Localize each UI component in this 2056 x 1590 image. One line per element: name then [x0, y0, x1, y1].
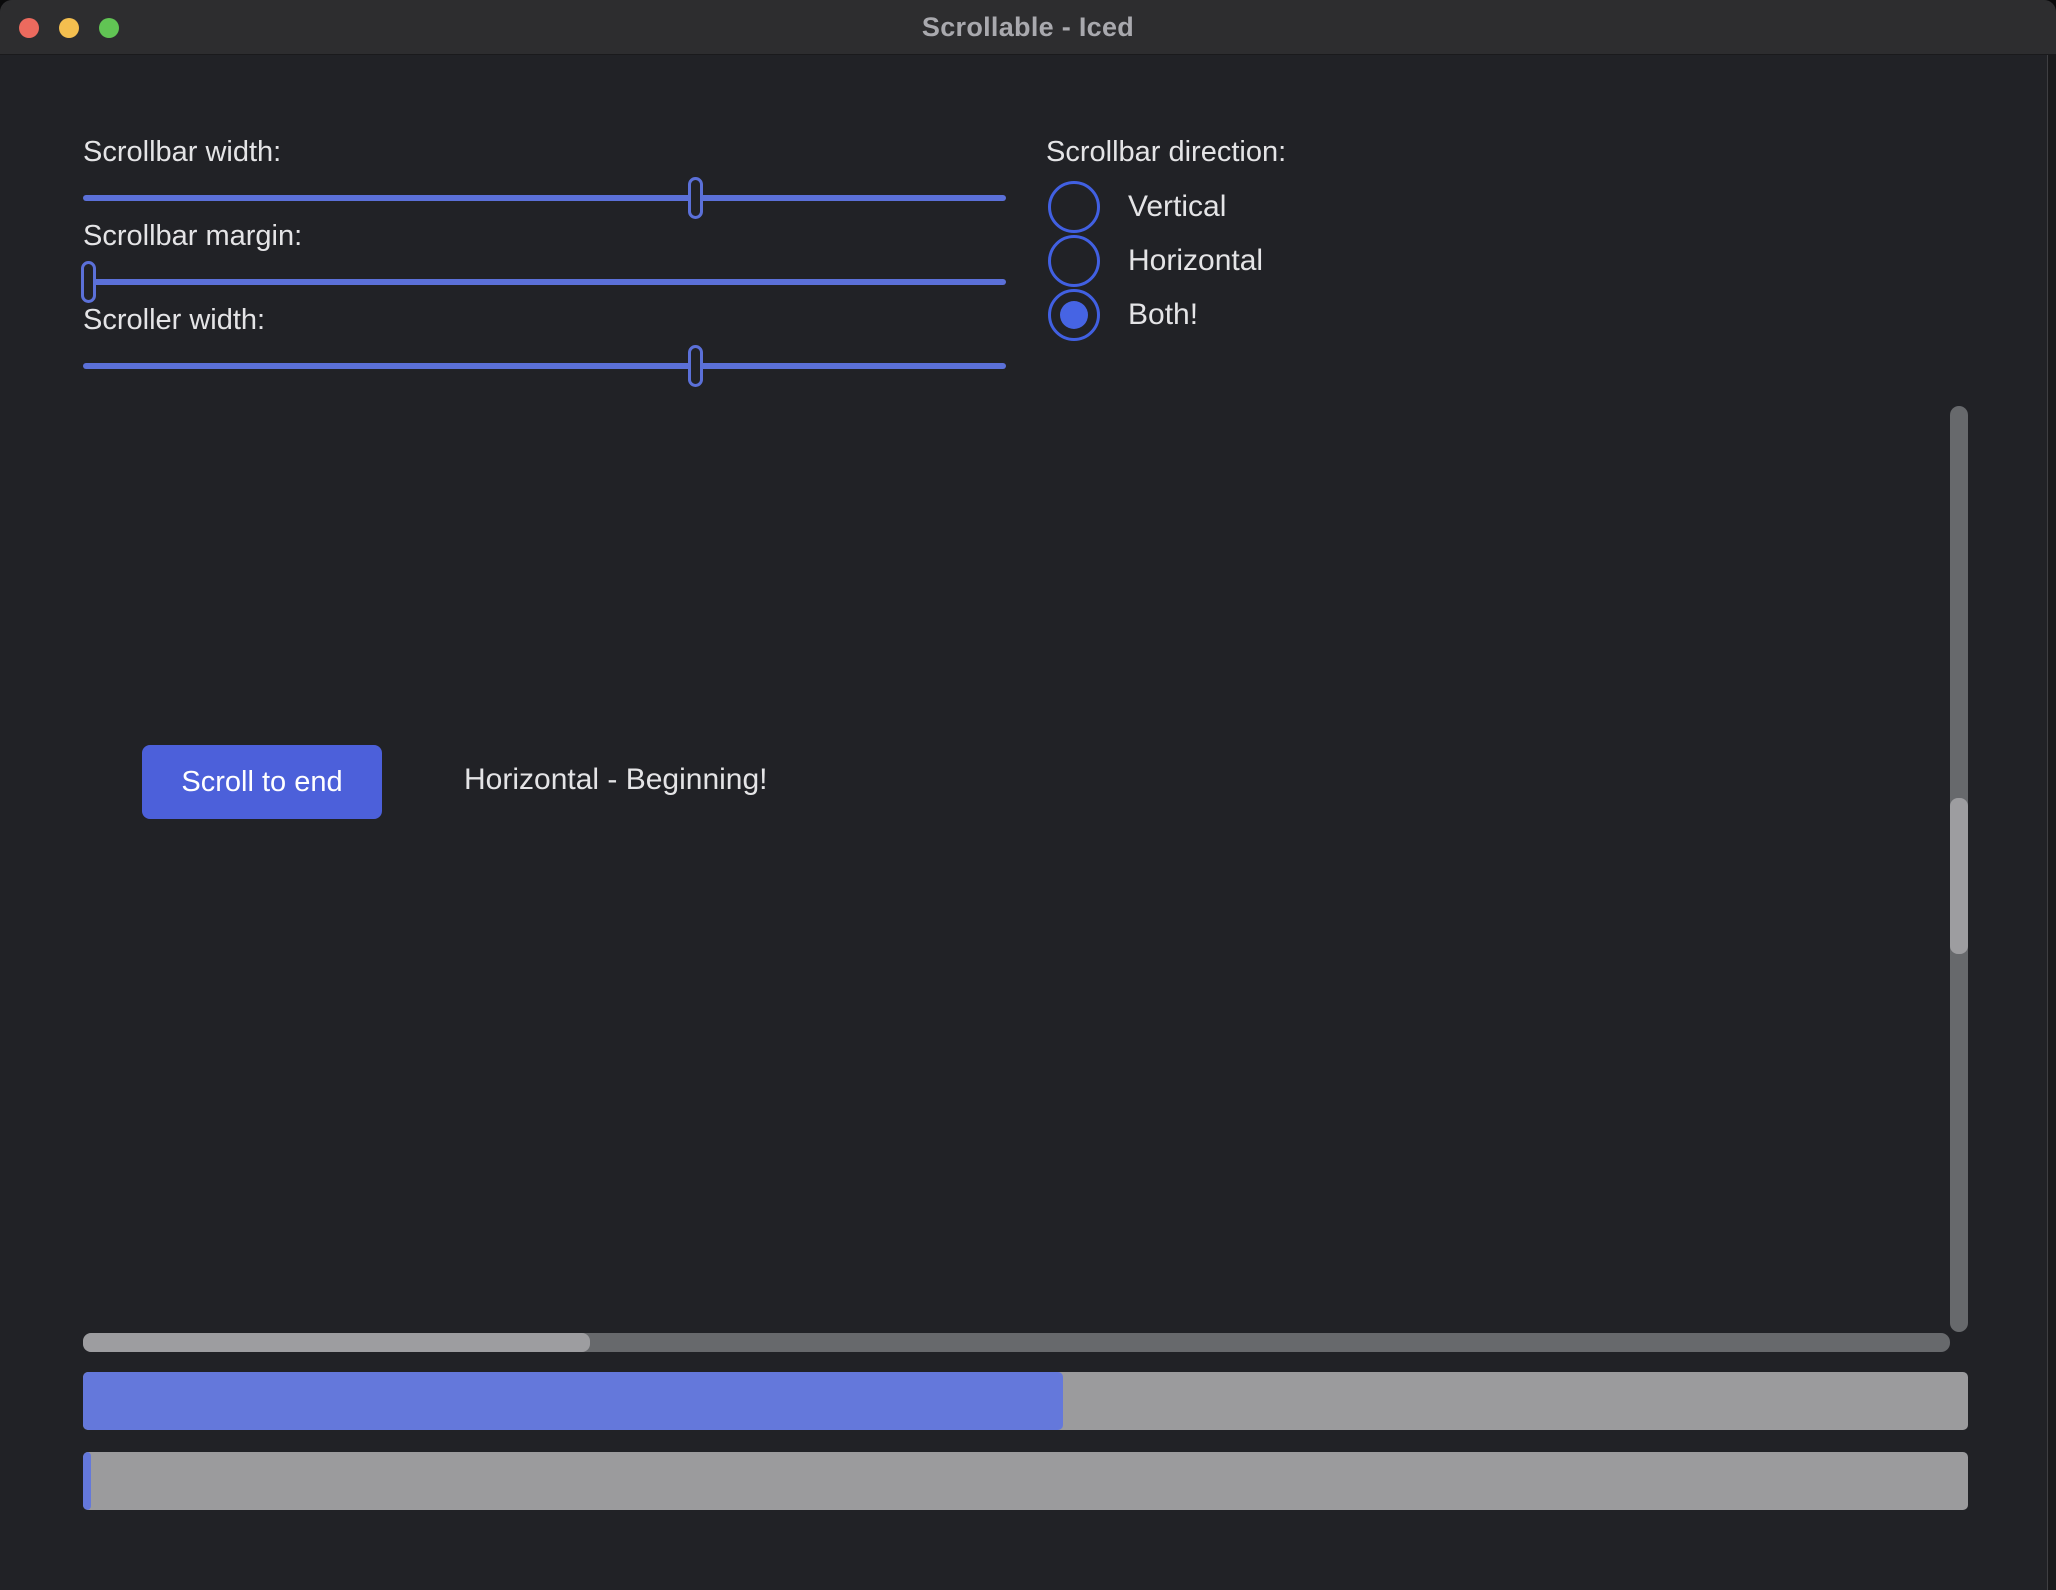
vertical-progress-bar: [83, 1452, 1968, 1510]
scroller-width-label: Scroller width:: [83, 302, 265, 338]
horizontal-scrollbar-thumb[interactable]: [83, 1333, 590, 1352]
window-right-edge: [2047, 55, 2056, 1590]
vertical-progress-fill: [83, 1452, 91, 1510]
window-title: Scrollable - Iced: [922, 12, 1134, 43]
vertical-scrollbar-rail[interactable]: [1950, 406, 1968, 1332]
horizontal-scrollbar-rail[interactable]: [83, 1333, 1950, 1352]
app-window: Scrollable - Iced Scrollbar width: Scrol…: [0, 0, 2056, 1590]
scrollbar-margin-slider-handle[interactable]: [81, 261, 96, 303]
scrollbar-width-slider-handle[interactable]: [688, 177, 703, 219]
horizontal-progress-bar: [83, 1372, 1968, 1430]
titlebar: Scrollable - Iced: [0, 0, 2056, 55]
radio-vertical-circle: [1048, 181, 1100, 233]
vertical-scrollbar-thumb[interactable]: [1950, 798, 1968, 954]
radio-horizontal-label: Horizontal: [1128, 244, 1263, 278]
scrollbar-direction-label: Scrollbar direction:: [1046, 134, 1286, 170]
radio-horizontal-circle: [1048, 235, 1100, 287]
scroller-width-slider[interactable]: [83, 363, 1006, 369]
radio-both-label: Both!: [1128, 298, 1198, 332]
traffic-lights: [19, 18, 119, 38]
radio-vertical[interactable]: Vertical: [1048, 180, 1263, 234]
horizontal-progress-fill: [83, 1372, 1063, 1430]
scrollbar-direction-group: Vertical Horizontal Both!: [1048, 180, 1263, 342]
scroller-width-slider-handle[interactable]: [688, 345, 703, 387]
radio-vertical-label: Vertical: [1128, 190, 1226, 224]
scrollbar-margin-slider[interactable]: [83, 279, 1006, 285]
scrollbar-margin-label: Scrollbar margin:: [83, 218, 302, 254]
radio-selected-dot: [1060, 301, 1088, 329]
radio-horizontal[interactable]: Horizontal: [1048, 234, 1263, 288]
scroll-to-end-button[interactable]: Scroll to end: [142, 745, 382, 819]
radio-both[interactable]: Both!: [1048, 288, 1263, 342]
scrollbar-width-slider[interactable]: [83, 195, 1006, 201]
scroll-status-text: Horizontal - Beginning!: [464, 763, 768, 797]
scrollbar-width-label: Scrollbar width:: [83, 134, 281, 170]
zoom-button[interactable]: [99, 18, 119, 38]
close-button[interactable]: [19, 18, 39, 38]
radio-both-circle: [1048, 289, 1100, 341]
minimize-button[interactable]: [59, 18, 79, 38]
